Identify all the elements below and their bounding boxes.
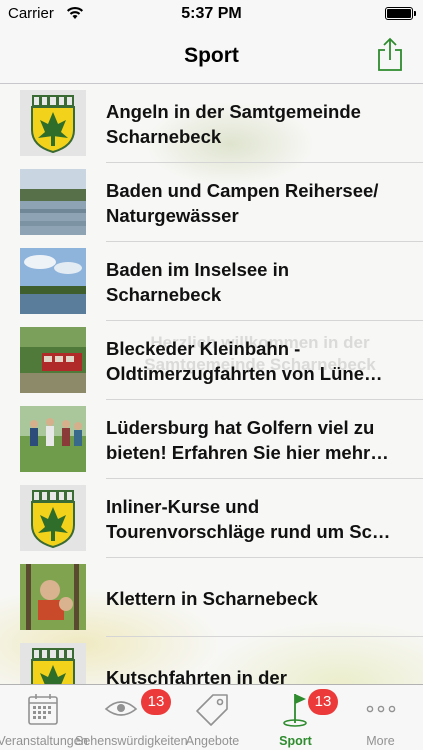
list-item[interactable]: Angeln in der Samtgemeinde Scharnebeck — [0, 84, 423, 163]
tab-sehenswuerdigkeiten[interactable]: 13 Sehenswürdigkeiten — [75, 685, 188, 750]
list-item[interactable]: Kutschfahrten in der — [0, 637, 423, 684]
sport-list: Angeln in der Samtgemeinde Scharnebeck Ba… — [0, 84, 423, 684]
tab-sport[interactable]: 13 Sport — [253, 685, 338, 750]
list-item-text: Klettern in Scharnebeck — [106, 587, 318, 609]
calendar-icon — [27, 694, 58, 725]
tab-veranstaltungen[interactable]: Veranstaltungen — [0, 685, 88, 750]
more-dots-icon — [366, 705, 395, 713]
list-item[interactable]: Baden im Inselsee in Scharnebeck — [0, 242, 423, 321]
list-item-text: Angeln in der Samtgemeinde Scharnebeck — [106, 101, 361, 147]
coat-of-arms-thumbnail — [20, 485, 86, 551]
navigation-bar: Sport — [0, 28, 423, 84]
battery-icon — [385, 7, 416, 20]
list-item-label: Baden im Inselsee in Scharnebeck — [106, 254, 406, 310]
list-item-label: Inliner-Kurse und Tourenvorschläge rund … — [106, 491, 406, 547]
status-bar: Carrier 5:37 PM — [0, 0, 423, 28]
coat-of-arms-thumbnail — [20, 643, 86, 684]
list-item-label: Klettern in Scharnebeck — [106, 570, 406, 626]
clock: 5:37 PM — [181, 5, 242, 22]
photo-thumbnail — [20, 327, 86, 393]
photo-thumbnail — [20, 248, 86, 314]
list-item-text: Lüdersburg hat Golfern viel zu bieten! E… — [106, 417, 389, 463]
tab-bar: Veranstaltungen 13 Sehenswürdigkeiten An… — [0, 684, 423, 750]
list-item[interactable]: Lüdersburg hat Golfern viel zu bieten! E… — [0, 400, 423, 479]
list-item-text: Bleckeder Kleinbahn - Oldtimerzugfahrten… — [106, 338, 383, 384]
list-item-label: Lüdersburg hat Golfern viel zu bieten! E… — [106, 412, 406, 468]
coat-of-arms-thumbnail — [20, 90, 86, 156]
photo-thumbnail — [20, 564, 86, 630]
tab-more[interactable]: More — [338, 685, 423, 750]
page-title: Sport — [184, 44, 239, 67]
list-item-label: Kutschfahrten in der — [106, 649, 406, 685]
tag-icon — [195, 694, 228, 726]
notification-badge: 13 — [308, 689, 338, 715]
list-item-label: Baden und Campen Reihersee/ Naturgewässe… — [106, 175, 406, 231]
list-item[interactable]: Inliner-Kurse und Tourenvorschläge rund … — [0, 479, 423, 558]
share-button[interactable] — [375, 36, 405, 72]
list-item-label: Bleckeder Kleinbahn - Oldtimerzugfahrten… — [106, 333, 406, 389]
list-item-text: Baden und Campen Reihersee/ Naturgewässe… — [106, 180, 379, 226]
eye-icon — [104, 701, 138, 716]
list-item-text: Kutschfahrten in der — [106, 666, 287, 685]
photo-thumbnail — [20, 406, 86, 472]
list-item-text: Baden im Inselsee in Scharnebeck — [106, 259, 290, 305]
notification-badge: 13 — [141, 689, 171, 715]
photo-thumbnail — [20, 169, 86, 235]
list-item[interactable]: Baden und Campen Reihersee/ Naturgewässe… — [0, 163, 423, 242]
list-item[interactable]: Bleckeder Kleinbahn - Oldtimerzugfahrten… — [0, 321, 423, 400]
list-item-label: Angeln in der Samtgemeinde Scharnebeck — [106, 96, 406, 152]
tab-label: More — [366, 734, 395, 748]
list-item[interactable]: Klettern in Scharnebeck — [0, 558, 423, 637]
list-item-text: Inliner-Kurse und Tourenvorschläge rund … — [106, 496, 391, 542]
